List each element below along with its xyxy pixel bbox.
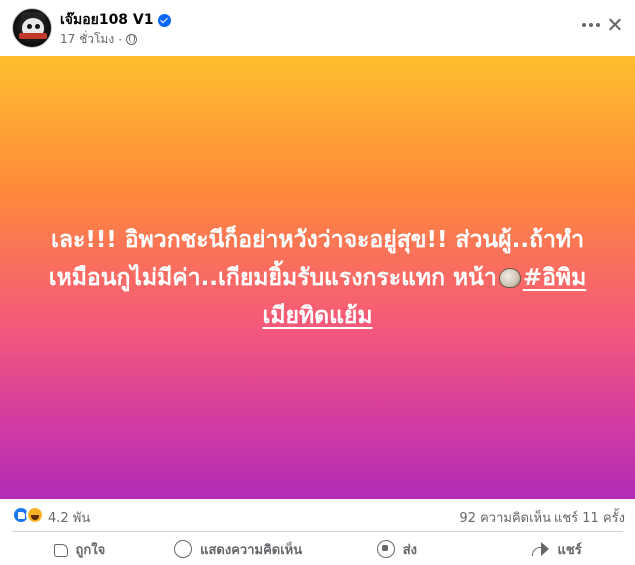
avatar-eye [27,24,32,29]
reaction-count[interactable]: 4.2 พัน [48,507,90,528]
reaction-icons[interactable] [12,506,46,524]
post-text: เละ!!! อิพวกชะนีก็อย่าหวังว่าจะอยู่สุข!!… [40,221,595,335]
post-time[interactable]: 17 ชั่วโมง [60,30,114,49]
more-icon [596,23,600,27]
author-name[interactable]: เจ๊มอย108 V1 [60,9,154,31]
post-background-card: เละ!!! อิพวกชะนีก็อย่าหวังว่าจะอยู่สุข!!… [0,56,635,499]
author-row: เจ๊มอย108 V1 [60,9,171,31]
verified-badge-icon [157,13,171,27]
action-bar: ถูกใจ แสดงความคิดเห็น ส่ง แชร์ [0,533,635,565]
send-label: ส่ง [402,542,418,558]
oyster-emoji-icon [498,267,521,288]
more-button[interactable] [580,14,602,36]
like-button[interactable]: ถูกใจ [0,533,159,565]
author-avatar[interactable] [12,8,52,48]
share-count[interactable]: แชร์ 11 ครั้ง [554,507,625,528]
more-icon [582,23,586,27]
post-stats: 4.2 พัน 92 ความคิดเห็น แชร์ 11 ครั้ง [0,499,635,531]
comment-button[interactable]: แสดงความคิดเห็น [159,533,318,565]
like-label: ถูกใจ [75,542,106,558]
comment-label: แสดงความคิดเห็น [200,542,303,558]
share-icon [530,542,550,556]
globe-icon [126,34,138,45]
meta-separator: · [118,32,123,47]
whatsapp-icon [376,540,395,558]
avatar-band [19,33,47,39]
comment-count[interactable]: 92 ความคิดเห็น [459,507,551,528]
avatar-eye [35,24,40,29]
divider [12,531,623,532]
post-meta: 17 ชั่วโมง · [60,30,138,49]
haha-reaction-icon [26,506,44,524]
send-button[interactable]: ส่ง [318,533,477,565]
like-icon [53,544,68,557]
comment-icon [174,540,193,558]
close-icon[interactable] [604,14,626,36]
post-header: เจ๊มอย108 V1 17 ชั่วโมง · [0,0,635,56]
more-icon [589,23,593,27]
share-button[interactable]: แชร์ [476,533,635,565]
share-label: แชร์ [557,542,582,558]
